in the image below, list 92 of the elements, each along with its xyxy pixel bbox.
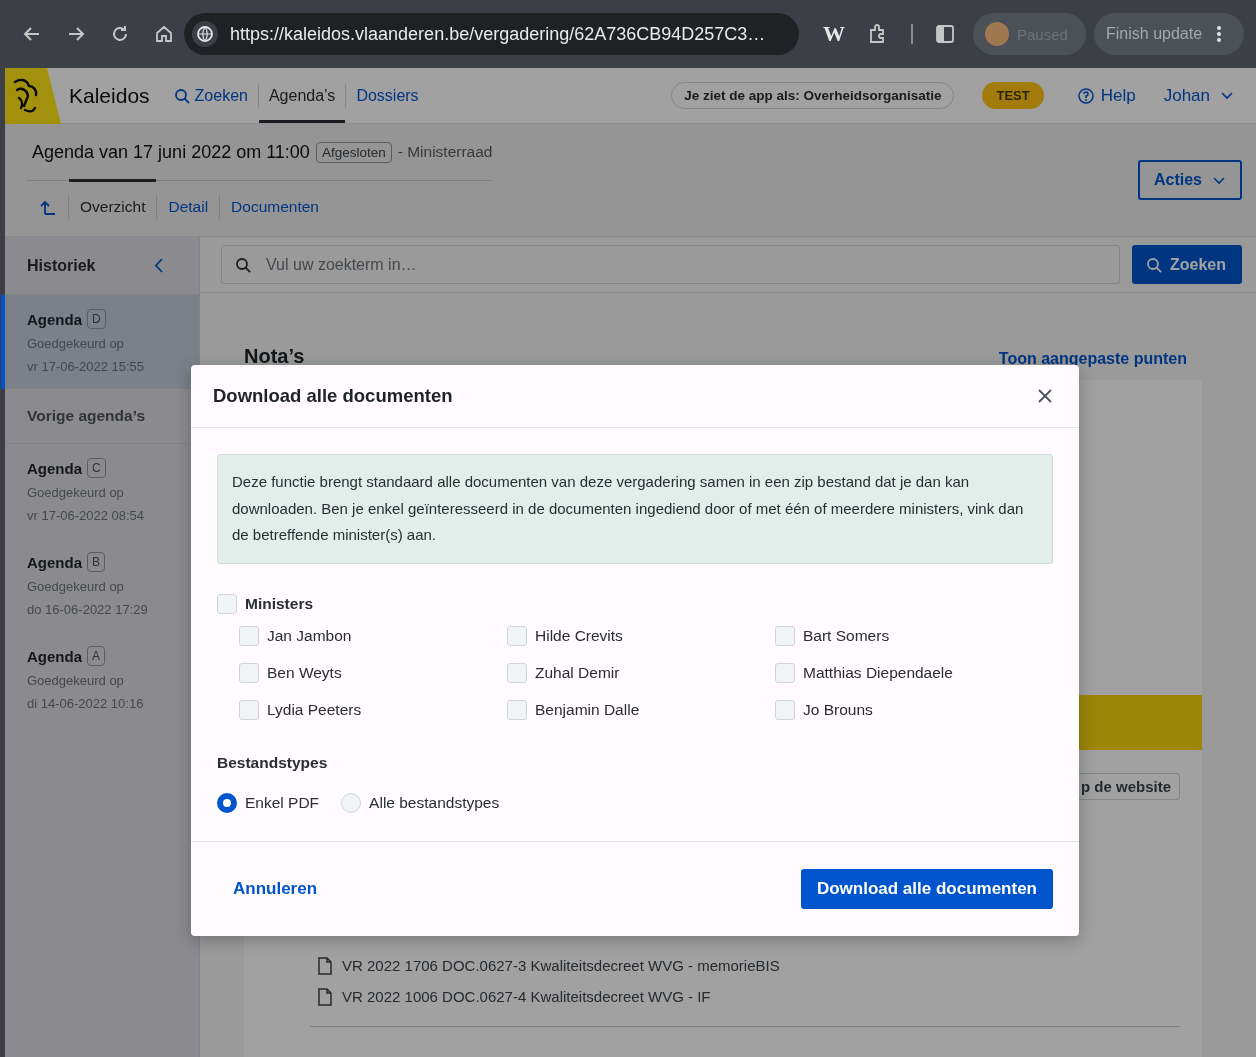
approval-status: Goedgekeurd op bbox=[27, 335, 125, 352]
agenda-version-item[interactable]: Agenda D Goedgekeurd op vr 17-06-2022 15:55 bbox=[1, 295, 199, 389]
radio-button[interactable] bbox=[217, 792, 237, 813]
search-field[interactable]: Vul uw zoekterm in… bbox=[221, 245, 1120, 284]
minister-name: Hilde Crevits bbox=[535, 626, 623, 645]
agenda-version-item[interactable]: Agenda A Goedgekeurd op di 14-06-2022 10:16 bbox=[1, 632, 199, 726]
lion-logo bbox=[5, 67, 61, 124]
checkbox[interactable] bbox=[239, 699, 259, 720]
radio-label: Enkel PDF bbox=[245, 793, 320, 812]
document-link[interactable]: VR 2022 1006 DOC.0627-4 Kwaliteitsdecreet WVG - IF bbox=[342, 988, 711, 1005]
finish-update-button[interactable]: Finish update bbox=[1094, 13, 1244, 55]
agenda-label: Agenda bbox=[27, 310, 82, 328]
minister-name: Benjamin Dalle bbox=[535, 700, 640, 719]
actions-button[interactable]: Acties bbox=[1137, 160, 1242, 200]
search-icon bbox=[235, 257, 251, 273]
minister-name: Jan Jambon bbox=[267, 626, 352, 645]
minister-name: Ben Weyts bbox=[267, 663, 342, 682]
approval-status: Goedgekeurd op bbox=[27, 578, 125, 595]
checkbox[interactable] bbox=[239, 625, 259, 646]
cancel-button[interactable]: Annuleren bbox=[233, 878, 318, 899]
checkbox-label: Ministers bbox=[245, 594, 314, 613]
document-link[interactable]: VR 2022 1706 DOC.0627-3 Kwaliteitsdecreet WVG - memorieBIS bbox=[342, 957, 780, 974]
side-panel-icon[interactable] bbox=[935, 24, 955, 44]
version-badge: B bbox=[87, 552, 106, 572]
search-button[interactable]: Zoeken bbox=[1132, 245, 1242, 284]
user-menu[interactable]: Johan bbox=[1157, 84, 1240, 107]
approval-date: di 14-06-2022 10:16 bbox=[27, 695, 145, 712]
agenda-version-item[interactable]: Agenda C Goedgekeurd op vr 17-06-2022 08:54 bbox=[1, 444, 199, 538]
chevron-down-icon bbox=[1220, 91, 1234, 100]
minister-name: Lydia Peeters bbox=[267, 700, 362, 719]
section-label: Bestandstypes bbox=[217, 753, 329, 772]
agenda-label: Agenda bbox=[27, 459, 82, 477]
approval-date: do 16-06-2022 17:29 bbox=[27, 601, 149, 618]
agenda-version-item[interactable]: Agenda B Goedgekeurd op do 16-06-2022 17:29 bbox=[1, 538, 199, 632]
search-icon bbox=[173, 87, 190, 104]
checkbox[interactable] bbox=[239, 662, 259, 683]
show-changes-link[interactable]: Toon aangepaste punten bbox=[998, 350, 1187, 368]
checkbox[interactable] bbox=[507, 625, 527, 646]
checkbox[interactable] bbox=[775, 699, 795, 720]
collapse-chevron-icon[interactable] bbox=[154, 258, 163, 273]
checkbox[interactable] bbox=[507, 662, 527, 683]
more-icon bbox=[1216, 25, 1223, 43]
home-icon[interactable] bbox=[154, 24, 174, 44]
version-badge: C bbox=[87, 458, 106, 478]
search-icon bbox=[1146, 256, 1162, 273]
sidebar-title: Historiek bbox=[27, 256, 96, 275]
back-up-arrow-icon[interactable] bbox=[40, 198, 56, 215]
extension-label[interactable]: W bbox=[823, 21, 845, 47]
version-badge: A bbox=[87, 646, 106, 666]
site-info-icon bbox=[192, 21, 218, 47]
environment-badge: TEST bbox=[982, 82, 1044, 109]
checkbox[interactable] bbox=[775, 625, 795, 646]
agenda-title: Agenda van 17 juni 2022 om 11:00 bbox=[32, 141, 310, 163]
status-badge: Afgesloten bbox=[315, 141, 392, 163]
agenda-label: Agenda bbox=[27, 647, 82, 665]
minister-name: Bart Somers bbox=[803, 626, 890, 645]
help-icon bbox=[1077, 87, 1094, 104]
radio-label: Alle bestandstypes bbox=[369, 793, 500, 812]
checkbox[interactable] bbox=[507, 699, 527, 720]
approval-status: Goedgekeurd op bbox=[27, 672, 125, 689]
agenda-tab[interactable]: Overzicht bbox=[69, 179, 157, 232]
agenda-tab[interactable]: Detail bbox=[157, 179, 220, 232]
close-button[interactable] bbox=[1037, 388, 1053, 404]
help-link[interactable]: Help bbox=[1077, 85, 1136, 106]
minister-name: Jo Brouns bbox=[803, 700, 873, 719]
download-button[interactable]: Download alle documenten bbox=[800, 868, 1053, 909]
section-heading: Nota’s bbox=[244, 345, 305, 368]
close-icon bbox=[1037, 388, 1053, 404]
nav-tab[interactable]: Dossiers bbox=[346, 68, 429, 123]
document-icon bbox=[318, 956, 332, 975]
app-name: Kaleidos bbox=[69, 83, 150, 108]
info-message: Deze functie brengt standaard alle documenten van deze vergadering samen in een zip bestand dat je dan kan downloaden. Ben je enkel geïnteresseerd in de documenten ingediend door of met één of meerdere ministers, vink dan de betreffende minister(s) aan. bbox=[217, 454, 1053, 564]
address-bar[interactable]: https://kaleidos.vlaanderen.be/vergadering/62A736CB94D257C3… bbox=[184, 13, 799, 55]
url-text: https://kaleidos.vlaanderen.be/vergadering/62A736CB94D257C3… bbox=[230, 23, 766, 45]
approval-status: Goedgekeurd op bbox=[27, 484, 125, 501]
document-icon bbox=[318, 987, 332, 1006]
dialog-title: Download alle documenten bbox=[213, 385, 453, 407]
agenda-tab[interactable]: Documenten bbox=[220, 179, 330, 232]
minister-name: Zuhal Demir bbox=[535, 663, 620, 682]
minister-name: Matthias Diependaele bbox=[803, 663, 953, 682]
approval-date: vr 17-06-2022 08:54 bbox=[27, 507, 146, 524]
approval-date: vr 17-06-2022 15:55 bbox=[27, 358, 146, 375]
avatar-icon bbox=[985, 22, 1009, 46]
meeting-type: - Ministerraad bbox=[397, 143, 493, 161]
reload-icon[interactable] bbox=[110, 24, 130, 44]
nav-tab[interactable]: Zoeken bbox=[163, 68, 258, 123]
agenda-label: Agenda bbox=[27, 553, 82, 571]
divider-icon bbox=[911, 24, 913, 44]
chevron-down-icon bbox=[1212, 175, 1226, 185]
checkbox[interactable] bbox=[775, 662, 795, 683]
version-badge: D bbox=[87, 309, 106, 329]
checkbox[interactable] bbox=[217, 593, 237, 614]
